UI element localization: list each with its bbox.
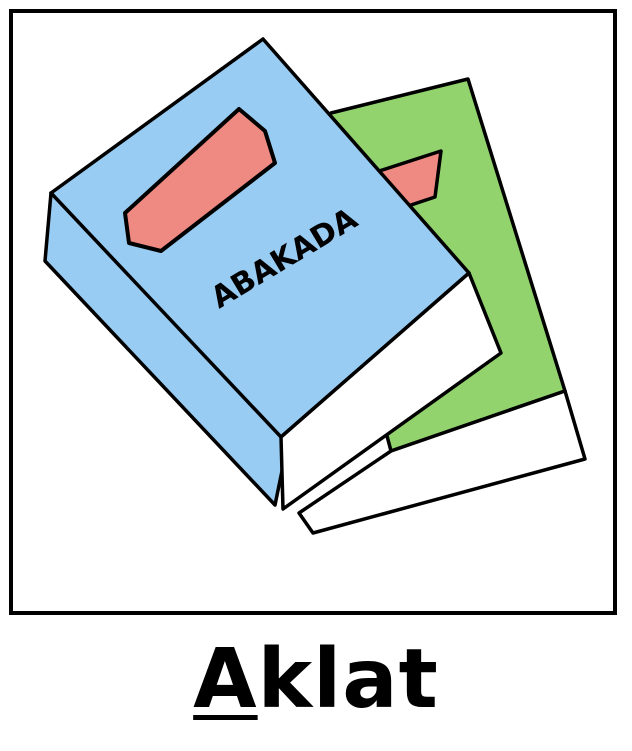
picture-card-frame: ABAKADA — [9, 9, 617, 615]
word-rest: klat — [257, 632, 439, 727]
word-first-letter: A — [193, 632, 258, 727]
books-illustration: ABAKADA — [43, 37, 587, 535]
word-caption: Aklat — [0, 620, 632, 740]
